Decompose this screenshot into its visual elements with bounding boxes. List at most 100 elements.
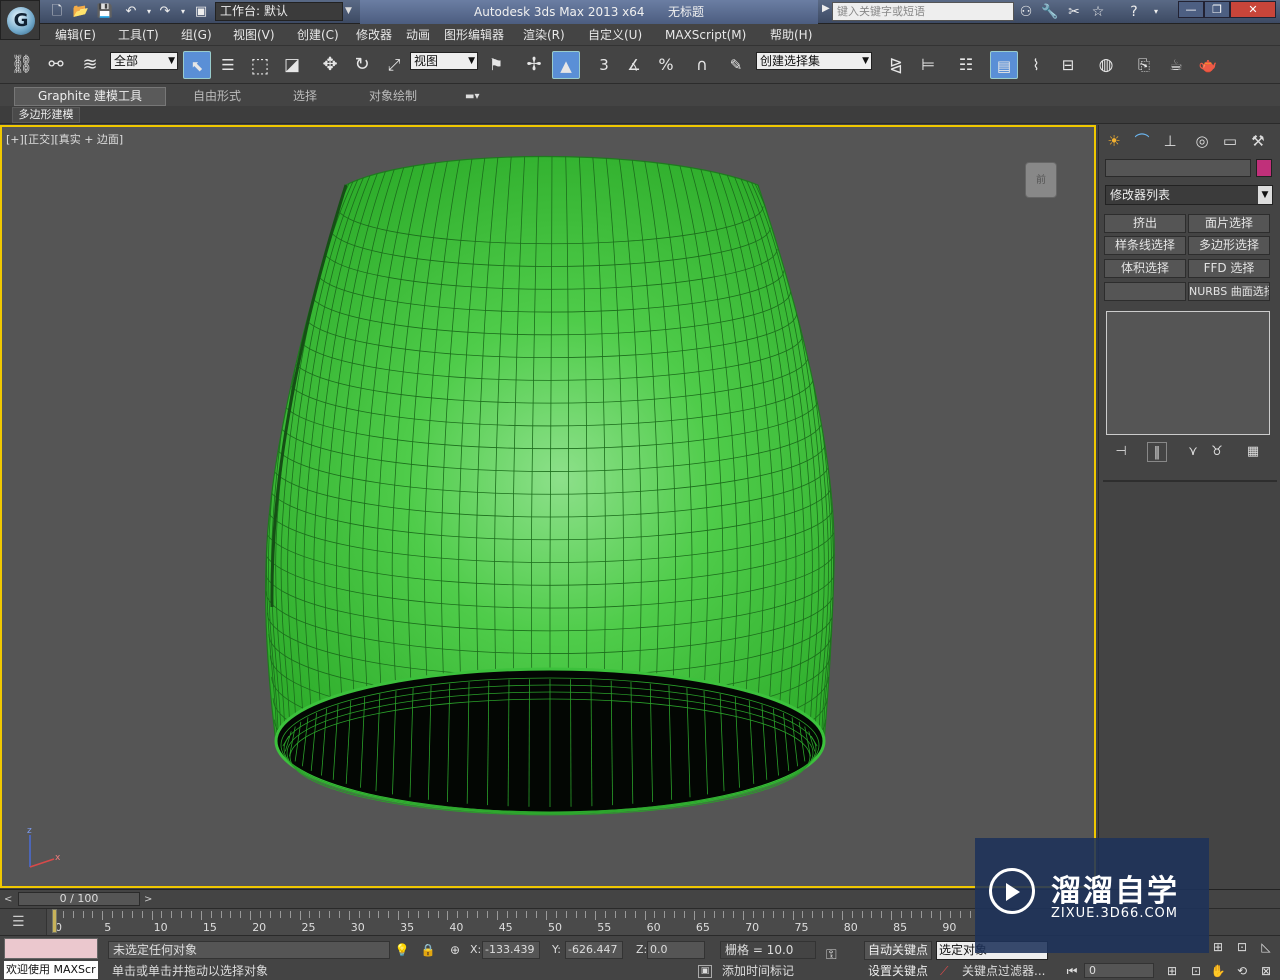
render-setup-icon[interactable]: ⎘ <box>1130 51 1158 79</box>
menu-animation[interactable]: 动画 <box>406 24 430 46</box>
configure-modifier-sets-icon[interactable]: ▦ <box>1243 442 1263 462</box>
x-coordinate-field[interactable]: -133.439 <box>482 941 540 959</box>
pivot-center-icon[interactable]: ⚑ <box>482 51 510 79</box>
zoom-extents-icon[interactable]: ⊡ <box>1186 962 1206 980</box>
material-editor-icon[interactable]: ◍ <box>1092 51 1120 79</box>
tab-object-paint[interactable]: 对象绘制 <box>369 88 417 105</box>
mirror-icon[interactable]: ⧎ <box>882 51 910 79</box>
workspace-dropdown-arrow-icon[interactable]: ▼ <box>345 2 357 21</box>
redo-dropdown-icon[interactable]: ▾ <box>174 3 192 21</box>
selection-filter-dropdown[interactable]: 全部▼ <box>110 52 178 70</box>
menu-group[interactable]: 组(G) <box>181 24 212 46</box>
select-and-link-icon[interactable]: ⛓ <box>8 51 36 79</box>
previous-frame-button[interactable]: < <box>4 892 16 907</box>
select-object-icon[interactable]: ⬉ <box>183 51 211 79</box>
search-input[interactable]: 键入关键字或短语 <box>832 2 1014 21</box>
percent-snap-icon[interactable]: % <box>652 51 680 79</box>
subscription-icon[interactable]: 🔧 <box>1040 3 1060 21</box>
modifier-list-dropdown[interactable]: 修改器列表▼ <box>1105 185 1273 205</box>
modify-panel-icon[interactable]: ⌒ <box>1129 129 1155 153</box>
curve-editor-icon[interactable]: ⌇ <box>1022 51 1050 79</box>
select-and-manipulate-icon[interactable]: ✢ <box>520 51 548 79</box>
key-filters-button[interactable]: 关键点过滤器... <box>940 963 1050 979</box>
select-and-scale-icon[interactable]: ⤢ <box>380 51 408 79</box>
pin-stack-icon[interactable]: ⊣ <box>1111 442 1131 462</box>
close-button[interactable]: ✕ <box>1230 1 1276 18</box>
remove-modifier-icon[interactable]: ♉ <box>1207 442 1227 462</box>
auto-key-button[interactable]: 自动关键点 <box>864 941 932 960</box>
lamp-shade-mesh[interactable]: z x <box>2 127 1094 886</box>
spinner-snap-icon[interactable]: ∩ <box>688 51 716 79</box>
motion-panel-icon[interactable]: ◎ <box>1189 129 1215 153</box>
extrude-button[interactable]: 挤出 <box>1104 214 1186 233</box>
volume-select-button[interactable]: 体积选择 <box>1104 259 1186 278</box>
bind-to-space-warp-icon[interactable]: ≋ <box>76 51 104 79</box>
spline-select-button[interactable]: 样条线选择 <box>1104 236 1186 255</box>
ribbon-options-icon[interactable]: ▬▾ <box>465 88 479 105</box>
angle-snap-icon[interactable]: ∡ <box>620 51 648 79</box>
maxscript-listener-mini[interactable] <box>4 938 98 959</box>
align-icon[interactable]: ⊨ <box>914 51 942 79</box>
named-selection-dropdown[interactable]: 创建选择集▼ <box>756 52 872 70</box>
menu-modifiers[interactable]: 修改器 <box>356 24 392 46</box>
select-and-rotate-icon[interactable]: ↻ <box>348 51 376 79</box>
minimize-button[interactable]: — <box>1178 1 1204 18</box>
select-by-name-icon[interactable]: ☰ <box>214 51 242 79</box>
tab-selection[interactable]: 选择 <box>293 88 317 105</box>
selection-lock-icon[interactable]: 🔒 <box>419 941 437 959</box>
edit-named-selection-icon[interactable]: ✎ <box>722 51 750 79</box>
menu-graph-editors[interactable]: 图形编辑器 <box>444 24 504 46</box>
save-icon[interactable]: 💾 <box>96 3 114 21</box>
maximize-button[interactable]: ❐ <box>1204 1 1230 18</box>
current-frame-marker[interactable] <box>52 909 57 933</box>
rectangular-selection-icon[interactable]: ⬚ <box>246 51 274 79</box>
ffd-select-button[interactable]: FFD 选择 <box>1188 259 1270 278</box>
render-production-icon[interactable]: 🫖 <box>1194 51 1222 79</box>
make-unique-icon[interactable]: ⋎ <box>1183 442 1203 462</box>
polygon-modeling-panel[interactable]: 多边形建模 <box>12 107 80 123</box>
field-of-view-icon[interactable]: ◺ <box>1256 938 1276 956</box>
zoom-all-icon[interactable]: ⊞ <box>1208 938 1228 956</box>
mini-curve-editor-icon[interactable]: ☰ <box>12 913 32 931</box>
zoom-extents-all-icon[interactable]: ⊡ <box>1232 938 1252 956</box>
set-key-button[interactable]: 设置关键点 <box>864 963 932 979</box>
project-folder-icon[interactable]: ▣ <box>192 3 210 21</box>
viewport-front[interactable]: [+][正交][真实 + 边面] 前 z x <box>0 125 1096 888</box>
rendered-frame-window-icon[interactable]: ☕ <box>1162 51 1190 79</box>
object-color-swatch[interactable] <box>1256 159 1272 177</box>
unlink-icon[interactable]: ⚯ <box>42 51 70 79</box>
menu-customize[interactable]: 自定义(U) <box>588 24 642 46</box>
new-file-icon[interactable]: 🗋 <box>48 3 66 21</box>
empty-modifier-button[interactable] <box>1104 282 1186 301</box>
app-logo[interactable]: G <box>0 0 40 40</box>
snaps-toggle-icon[interactable]: 3 <box>590 51 618 79</box>
hierarchy-panel-icon[interactable]: ⊥ <box>1157 129 1183 153</box>
workspace-dropdown[interactable]: 工作台: 默认 <box>215 2 343 21</box>
menu-tools[interactable]: 工具(T) <box>118 24 159 46</box>
pan-view-hand-icon[interactable]: ✋ <box>1208 962 1228 980</box>
create-panel-sun-icon[interactable]: ☀ <box>1101 129 1127 153</box>
menu-views[interactable]: 视图(V) <box>233 24 275 46</box>
object-name-field[interactable] <box>1105 159 1251 177</box>
graphite-toggle-icon[interactable]: ▤ <box>990 51 1018 79</box>
current-frame-field[interactable]: 0 <box>1084 963 1154 978</box>
menu-create[interactable]: 创建(C) <box>297 24 339 46</box>
time-configuration-icon[interactable]: ⊞ <box>1162 962 1182 980</box>
communication-icon[interactable]: ✂ <box>1064 3 1084 21</box>
next-frame-button[interactable]: > <box>144 892 156 907</box>
layer-manager-icon[interactable]: ☷ <box>952 51 980 79</box>
y-coordinate-field[interactable]: -626.447 <box>565 941 623 959</box>
go-to-start-icon[interactable]: ⏮ <box>1062 962 1082 980</box>
absolute-mode-transform-icon[interactable]: ⊕ <box>446 941 464 959</box>
menu-help[interactable]: 帮助(H) <box>770 24 812 46</box>
open-file-icon[interactable]: 📂 <box>72 3 90 21</box>
modifier-stack[interactable] <box>1106 311 1270 435</box>
z-coordinate-field[interactable]: 0.0 <box>647 941 705 959</box>
menu-rendering[interactable]: 渲染(R) <box>523 24 565 46</box>
keyboard-shortcut-override-icon[interactable]: ▲ <box>552 51 580 79</box>
select-and-move-icon[interactable]: ✥ <box>316 51 344 79</box>
time-slider-thumb[interactable]: 0 / 100 <box>18 892 140 906</box>
show-end-result-icon[interactable]: ‖ <box>1147 442 1167 462</box>
display-panel-icon[interactable]: ▭ <box>1217 129 1243 153</box>
orbit-icon[interactable]: ⟲ <box>1232 962 1252 980</box>
